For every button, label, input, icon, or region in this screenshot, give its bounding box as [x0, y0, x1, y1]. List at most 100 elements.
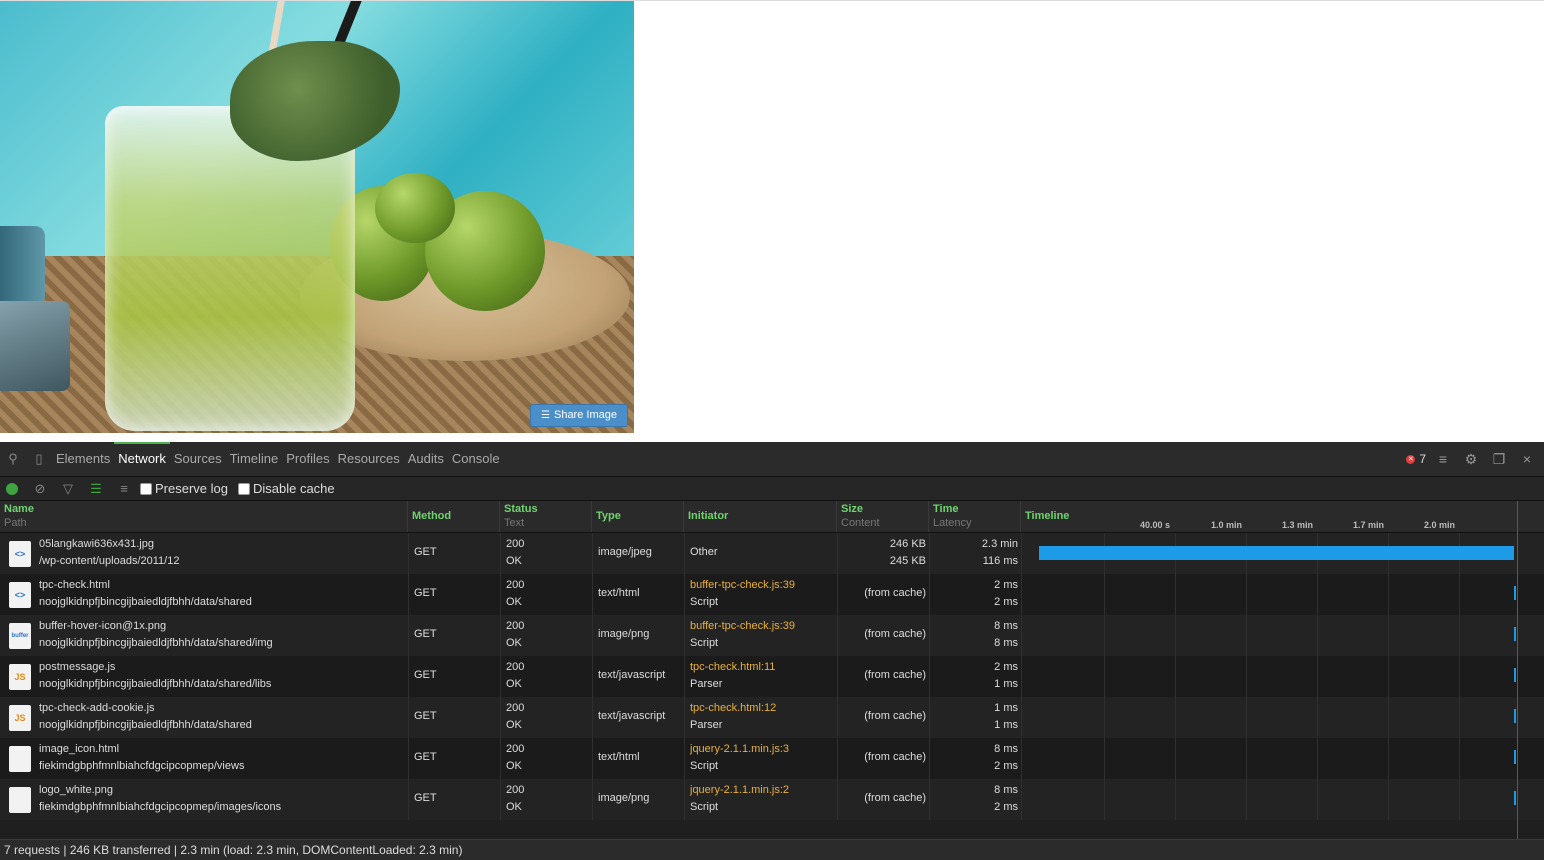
request-name[interactable]: image_icon.html: [39, 743, 119, 755]
initiator-type: Script: [690, 801, 719, 813]
tab-console[interactable]: Console: [448, 442, 504, 476]
column-header-name[interactable]: Name Path: [0, 501, 408, 532]
initiator-link[interactable]: tpc-check.html:11: [690, 661, 775, 673]
timeline-tick: 1.3 min: [1282, 520, 1314, 530]
column-divider: [500, 574, 501, 615]
initiator-link[interactable]: jquery-2.1.1.min.js:3: [690, 743, 789, 755]
gear-icon[interactable]: ⚙: [1460, 451, 1482, 468]
tab-timeline[interactable]: Timeline: [226, 442, 283, 476]
column-divider: [1021, 615, 1022, 656]
request-time: 1 ms: [994, 702, 1018, 714]
column-subtitle: Path: [4, 517, 27, 529]
column-divider: [684, 779, 685, 820]
request-name[interactable]: postmessage.js: [39, 661, 115, 673]
column-divider: [592, 656, 593, 697]
overview-icon[interactable]: ≡: [112, 481, 136, 496]
timeline-bar[interactable]: [1514, 791, 1516, 805]
request-time: 2.3 min: [981, 538, 1018, 550]
column-header-initiator[interactable]: Initiator: [684, 501, 837, 532]
column-header-method[interactable]: Method: [408, 501, 500, 532]
timeline-gridline: [1388, 738, 1389, 779]
close-icon[interactable]: ×: [1516, 451, 1538, 467]
timeline-bar[interactable]: [1039, 546, 1514, 560]
request-name[interactable]: tpc-check-add-cookie.js: [39, 702, 155, 714]
request-time: 2 ms: [994, 661, 1018, 673]
initiator-type: Parser: [690, 719, 723, 731]
table-row[interactable]: image_icon.html fiekimdgbphfmnlbiahcfdgci…: [0, 738, 1544, 779]
status-text: OK: [506, 678, 522, 690]
request-latency: 2 ms: [994, 596, 1018, 608]
timeline-bar[interactable]: [1514, 750, 1516, 764]
drawer-toggle-icon[interactable]: ≡: [1432, 451, 1454, 467]
column-divider: [929, 779, 930, 820]
tab-sources[interactable]: Sources: [170, 442, 226, 476]
request-name[interactable]: logo_white.png: [39, 784, 113, 796]
initiator-link[interactable]: buffer-tpc-check.js:39: [690, 620, 795, 632]
column-divider: [837, 574, 838, 615]
column-title: Name: [4, 503, 34, 515]
device-mode-icon[interactable]: ▯: [26, 442, 52, 476]
checkbox-box[interactable]: [237, 482, 250, 495]
table-row[interactable]: JS tpc-check-add-cookie.js noojglkidnpfjbi…: [0, 697, 1544, 738]
column-header-status[interactable]: Status Text: [500, 501, 592, 532]
timeline-bar[interactable]: [1514, 668, 1516, 682]
request-time: 8 ms: [994, 743, 1018, 755]
timeline-bar[interactable]: [1514, 709, 1516, 723]
initiator-link[interactable]: jquery-2.1.1.min.js:2: [690, 784, 789, 796]
column-header-type[interactable]: Type: [592, 501, 684, 532]
timeline-tick: 40.00 s: [1140, 520, 1171, 530]
tab-network[interactable]: Network: [114, 442, 170, 476]
size-from-cache: (from cache): [864, 792, 926, 804]
request-name[interactable]: 05langkawi636x431.jpg: [39, 538, 154, 550]
request-path: noojglkidnpfjbincgijbaiedldjfbhh/data/sh…: [39, 678, 272, 690]
large-rows-icon[interactable]: ☰: [84, 481, 108, 497]
column-divider: [500, 697, 501, 738]
table-row[interactable]: logo_white.png fiekimdgbphfmnlbiahcfdgcip…: [0, 779, 1544, 820]
column-header-time[interactable]: Time Latency: [929, 501, 1021, 532]
tab-resources[interactable]: Resources: [334, 442, 404, 476]
column-divider: [1021, 697, 1022, 738]
devtools-panel: ⚲ ▯ Elements Network Sources Timeline Pr…: [0, 442, 1544, 860]
column-header-size[interactable]: Size Content: [837, 501, 929, 532]
error-counter[interactable]: ✕ 7: [1406, 452, 1426, 466]
table-row[interactable]: <> 05langkawi636x431.jpg/wp-content/uploa…: [0, 533, 1544, 574]
tab-audits[interactable]: Audits: [404, 442, 448, 476]
table-row[interactable]: JS postmessage.js noojglkidnpfjbincgijbaie…: [0, 656, 1544, 697]
timeline-bar[interactable]: [1514, 627, 1516, 641]
devtools-tabbar: ⚲ ▯ Elements Network Sources Timeline Pr…: [0, 442, 1544, 477]
request-name[interactable]: buffer-hover-icon@1x.png: [39, 620, 166, 632]
request-name[interactable]: tpc-check.html: [39, 579, 110, 591]
tab-profiles[interactable]: Profiles: [282, 442, 333, 476]
timeline-tick: 1.7 min: [1353, 520, 1385, 530]
status-text: OK: [506, 637, 522, 649]
column-divider: [837, 779, 838, 820]
column-title: Size: [841, 503, 864, 515]
table-row[interactable]: <> tpc-check.html noojglkidnpfjbincgijbaie…: [0, 574, 1544, 615]
filter-icon[interactable]: ▽: [56, 481, 80, 497]
size-from-cache: (from cache): [864, 710, 926, 722]
preserve-log-checkbox[interactable]: Preserve log: [140, 481, 228, 496]
timeline-bar[interactable]: [1514, 586, 1516, 600]
initiator-link[interactable]: buffer-tpc-check.js:39: [690, 579, 795, 591]
timeline-tick: 2.0 min: [1424, 520, 1456, 530]
file-type-icon: <>: [9, 582, 31, 608]
checkbox-box[interactable]: [140, 482, 152, 495]
request-path: fiekimdgbphfmnlbiahcfdgcipcopmep/images/…: [39, 801, 282, 813]
search-icon[interactable]: ⚲: [0, 442, 26, 476]
request-path: /wp-content/uploads/2011/12: [39, 555, 180, 567]
network-toolbar: ⊘ ▽ ☰ ≡ Preserve log Disable cache: [0, 477, 1544, 501]
tab-elements[interactable]: Elements: [52, 442, 114, 476]
disable-cache-checkbox[interactable]: Disable cache: [237, 481, 335, 496]
request-path: noojglkidnpfjbincgijbaiedldjfbhh/data/sh…: [39, 637, 273, 649]
table-row[interactable]: buffer buffer-hover-icon@1x.png noojglkidn…: [0, 615, 1544, 656]
share-image-button[interactable]: ☰ Share Image: [530, 404, 628, 427]
undock-icon[interactable]: ❐: [1488, 451, 1510, 468]
timeline-gridline: [1175, 779, 1176, 820]
clear-icon[interactable]: ⊘: [28, 481, 52, 497]
timeline-gridline: [1388, 779, 1389, 820]
column-divider: [408, 533, 409, 574]
initiator-type: Script: [690, 637, 719, 649]
initiator-link[interactable]: tpc-check.html:12: [690, 702, 776, 714]
status-text: OK: [506, 801, 522, 813]
record-icon[interactable]: [6, 482, 18, 495]
